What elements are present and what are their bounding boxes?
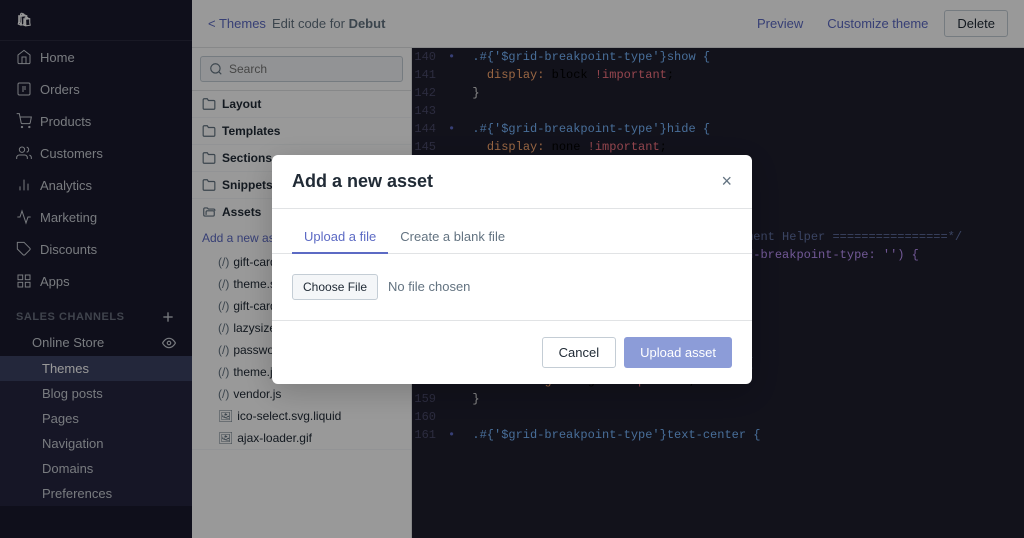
modal-header: Add a new asset × bbox=[272, 155, 752, 209]
choose-file-button[interactable]: Choose File bbox=[292, 274, 378, 300]
upload-asset-button[interactable]: Upload asset bbox=[624, 337, 732, 368]
tab-upload-file[interactable]: Upload a file bbox=[292, 221, 388, 254]
modal-title: Add a new asset bbox=[292, 171, 433, 192]
modal-footer: Cancel Upload asset bbox=[272, 320, 752, 384]
add-asset-modal: Add a new asset × Upload a file Create a… bbox=[272, 155, 752, 384]
tab-blank-file[interactable]: Create a blank file bbox=[388, 221, 517, 254]
modal-overlay: Add a new asset × Upload a file Create a… bbox=[0, 0, 1024, 538]
modal-body: Choose File No file chosen bbox=[272, 254, 752, 320]
no-file-text: No file chosen bbox=[388, 279, 470, 294]
cancel-button[interactable]: Cancel bbox=[542, 337, 616, 368]
modal-close-button[interactable]: × bbox=[721, 172, 732, 190]
modal-tabs: Upload a file Create a blank file bbox=[272, 209, 752, 254]
file-input-row: Choose File No file chosen bbox=[292, 274, 732, 300]
